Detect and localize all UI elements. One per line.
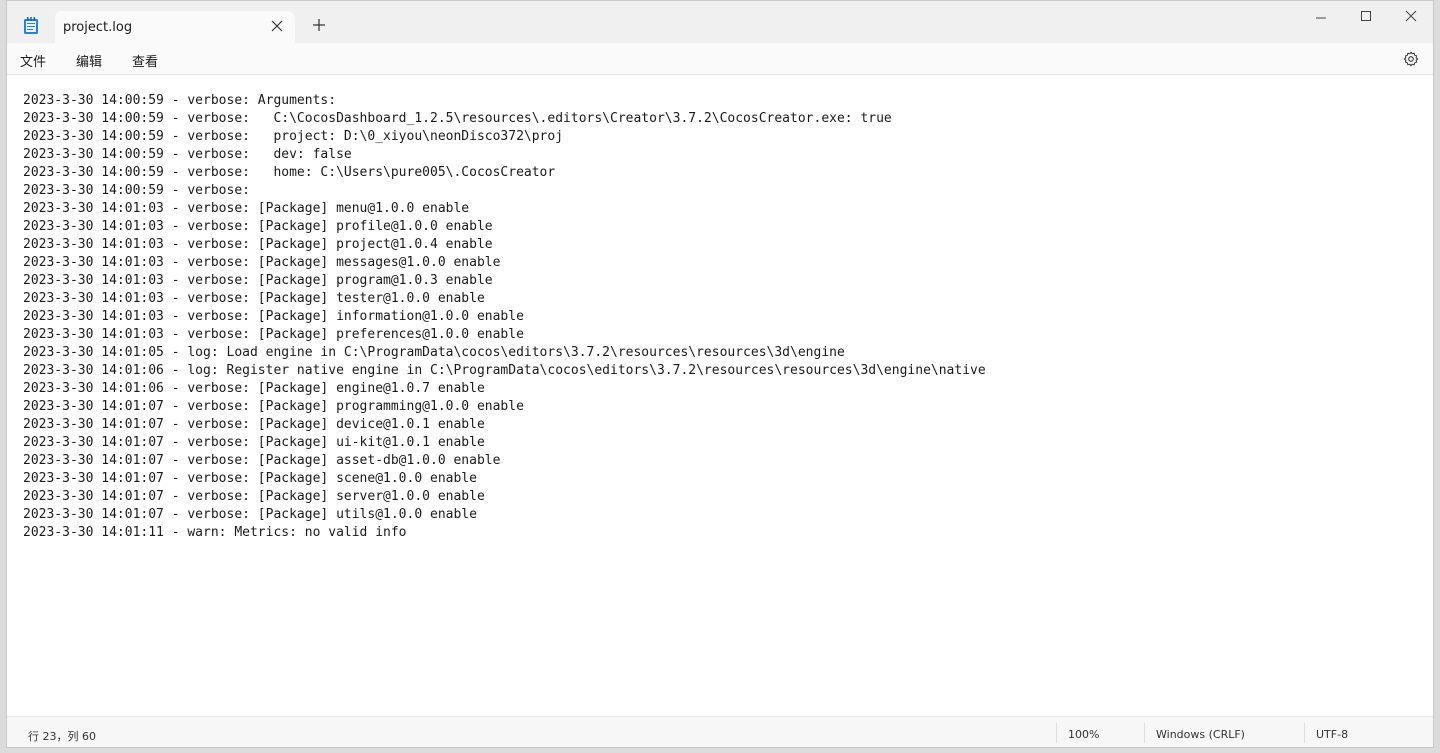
editor-line: 2023-3-30 14:01:07 - verbose: [Package] … (23, 507, 477, 522)
editor-line: 2023-3-30 14:01:03 - verbose: [Package] … (23, 309, 524, 324)
editor-line: 2023-3-30 14:01:07 - verbose: [Package] … (23, 489, 485, 504)
editor-line: 2023-3-30 14:00:59 - verbose: Arguments: (23, 93, 337, 108)
gear-icon[interactable] (1403, 51, 1419, 67)
status-divider (1056, 723, 1057, 743)
editor-line: 2023-3-30 14:01:07 - verbose: [Package] … (23, 435, 485, 450)
notepad-window: project.log 文件 编辑 查看 2023-3-30 14:00:59 … (6, 0, 1434, 748)
encoding[interactable]: UTF-8 (1316, 728, 1348, 741)
status-bar: 行 23，列 60 100% Windows (CRLF) UTF-8 (7, 716, 1433, 747)
close-icon (1405, 10, 1417, 22)
title-bar: project.log (7, 1, 1433, 43)
text-editor[interactable]: 2023-3-30 14:00:59 - verbose: Arguments:… (7, 76, 1433, 716)
minimize-button[interactable] (1306, 7, 1336, 25)
menu-view[interactable]: 查看 (132, 51, 158, 70)
tab-project-log[interactable]: project.log (55, 11, 295, 43)
tab-close-icon[interactable] (269, 19, 285, 35)
editor-line: 2023-3-30 14:01:05 - log: Load engine in… (23, 345, 845, 360)
plus-icon (313, 19, 325, 31)
editor-line: 2023-3-30 14:01:03 - verbose: [Package] … (23, 327, 524, 342)
editor-line: 2023-3-30 14:01:03 - verbose: [Package] … (23, 291, 485, 306)
zoom-level[interactable]: 100% (1068, 728, 1099, 741)
notepad-icon (24, 17, 38, 34)
editor-line: 2023-3-30 14:01:07 - verbose: [Package] … (23, 399, 524, 414)
menu-file[interactable]: 文件 (20, 51, 46, 70)
status-divider (1144, 723, 1145, 743)
minimize-icon (1316, 17, 1326, 19)
editor-line: 2023-3-30 14:01:03 - verbose: [Package] … (23, 219, 493, 234)
cursor-position: 行 23，列 60 (28, 730, 96, 743)
editor-line: 2023-3-30 14:01:07 - verbose: [Package] … (23, 471, 477, 486)
maximize-button[interactable] (1351, 7, 1381, 25)
close-window-button[interactable] (1396, 7, 1426, 25)
tab-title: project.log (63, 20, 133, 35)
editor-line: 2023-3-30 14:01:06 - verbose: [Package] … (23, 381, 485, 396)
editor-line: 2023-3-30 14:01:11 - warn: Metrics: no v… (23, 525, 407, 540)
editor-lines: 2023-3-30 14:00:59 - verbose: Arguments:… (23, 92, 986, 542)
editor-line: 2023-3-30 14:01:03 - verbose: [Package] … (23, 273, 493, 288)
maximize-icon (1361, 11, 1371, 21)
editor-line: 2023-3-30 14:00:59 - verbose: dev: false (23, 147, 352, 162)
editor-line: 2023-3-30 14:01:03 - verbose: [Package] … (23, 255, 501, 270)
editor-line: 2023-3-30 14:00:59 - verbose: C:\CocosDa… (23, 111, 892, 126)
editor-line: 2023-3-30 14:00:59 - verbose: project: D… (23, 129, 564, 144)
editor-line: 2023-3-30 14:00:59 - verbose: (23, 183, 250, 198)
editor-line: 2023-3-30 14:01:03 - verbose: [Package] … (23, 237, 493, 252)
new-tab-button[interactable] (311, 18, 327, 34)
editor-line: 2023-3-30 14:01:07 - verbose: [Package] … (23, 417, 485, 432)
menu-bar: 文件 编辑 查看 (7, 43, 1433, 75)
menu-edit[interactable]: 编辑 (76, 51, 102, 70)
editor-line: 2023-3-30 14:01:06 - log: Register nativ… (23, 363, 986, 378)
editor-line: 2023-3-30 14:00:59 - verbose: home: C:\U… (23, 165, 556, 180)
line-ending[interactable]: Windows (CRLF) (1156, 728, 1245, 741)
editor-line: 2023-3-30 14:01:07 - verbose: [Package] … (23, 453, 501, 468)
status-divider (1304, 723, 1305, 743)
editor-line: 2023-3-30 14:01:03 - verbose: [Package] … (23, 201, 470, 216)
